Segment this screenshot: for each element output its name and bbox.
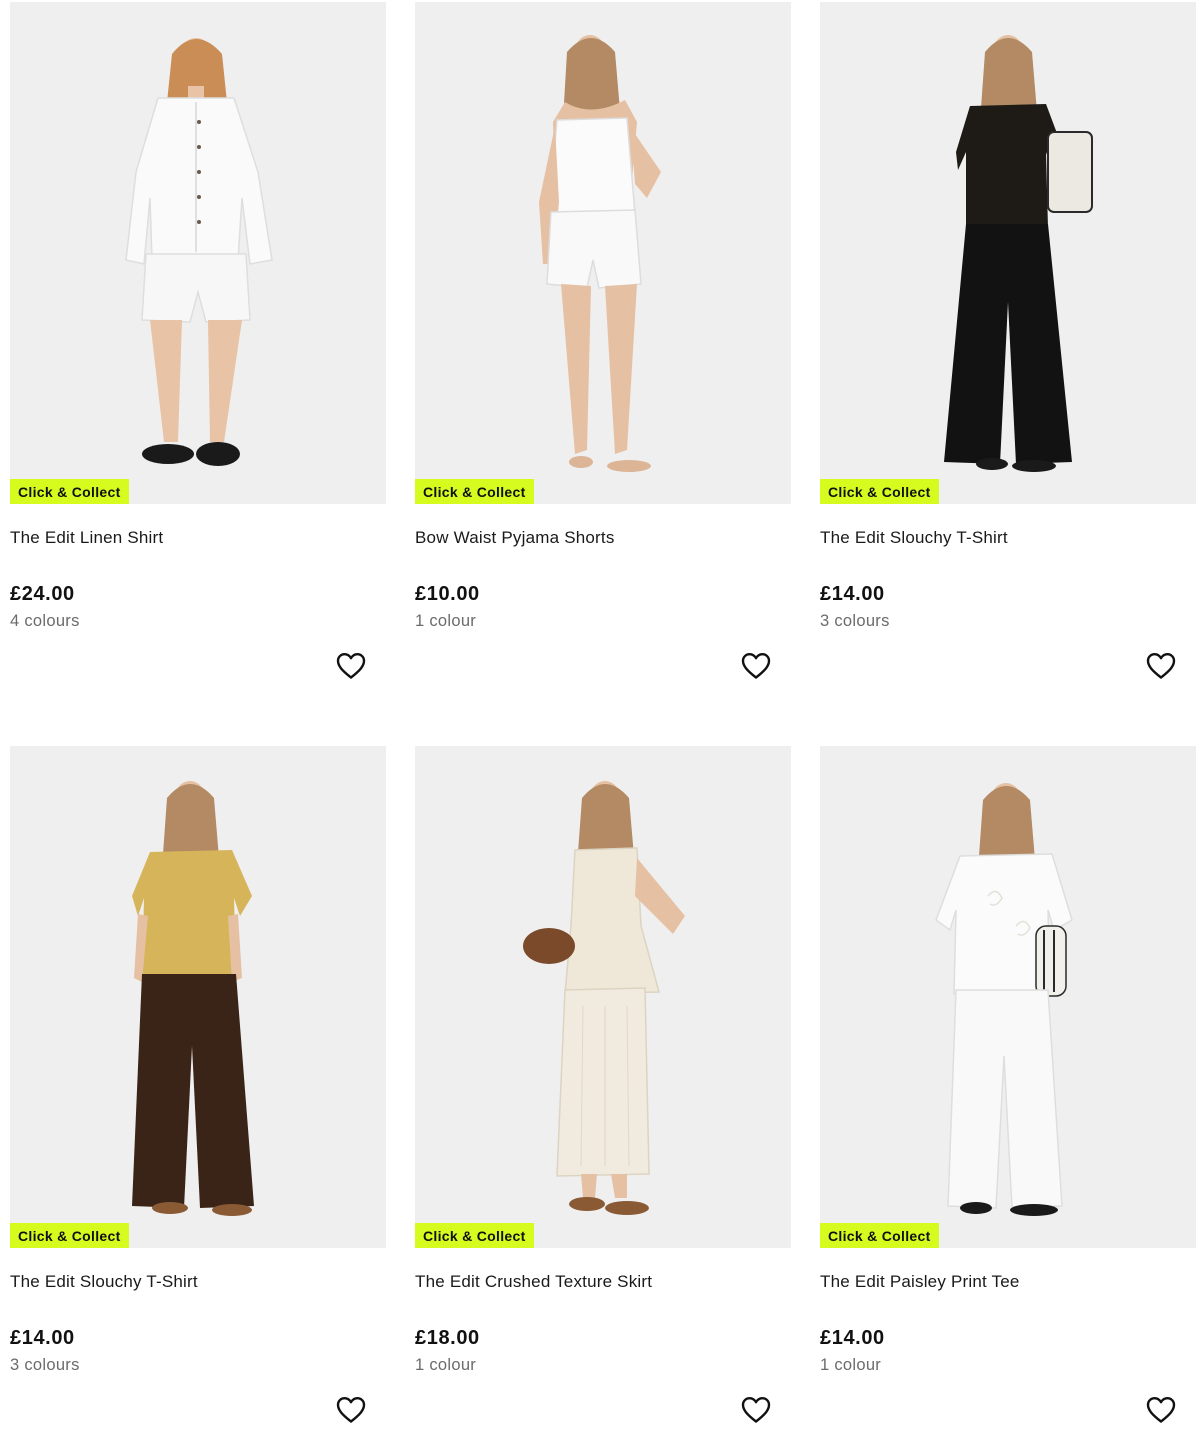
wishlist-button[interactable] — [739, 649, 773, 683]
product-image[interactable]: Click & Collect — [820, 746, 1196, 1248]
product-image[interactable]: Click & Collect — [820, 2, 1196, 504]
heart-outline-icon — [741, 653, 771, 679]
heart-outline-icon — [1146, 1397, 1176, 1423]
product-card[interactable]: Click & Collect Bow Waist Pyjama Shorts … — [415, 2, 791, 679]
product-price: £18.00 — [415, 1327, 480, 1349]
product-card[interactable]: Click & Collect The Edit Linen Shirt £24… — [10, 2, 386, 679]
click-collect-badge: Click & Collect — [10, 479, 129, 504]
click-collect-badge: Click & Collect — [820, 1223, 939, 1248]
product-image[interactable]: Click & Collect — [10, 746, 386, 1248]
wishlist-button[interactable] — [334, 1393, 368, 1427]
heart-outline-icon — [741, 1397, 771, 1423]
product-price: £14.00 — [820, 1327, 885, 1349]
product-colours: 4 colours — [10, 612, 80, 630]
product-price: £10.00 — [415, 583, 480, 605]
click-collect-badge: Click & Collect — [820, 479, 939, 504]
product-card[interactable]: Click & Collect The Edit Slouchy T-Shirt… — [10, 746, 386, 1423]
wishlist-button[interactable] — [1144, 649, 1178, 683]
product-colours: 1 colour — [820, 1356, 882, 1374]
product-price: £14.00 — [10, 1327, 75, 1349]
click-collect-badge: Click & Collect — [10, 1223, 129, 1248]
heart-outline-icon — [1146, 653, 1176, 679]
product-image[interactable]: Click & Collect — [10, 2, 386, 504]
wishlist-button[interactable] — [1144, 1393, 1178, 1427]
wishlist-button[interactable] — [334, 649, 368, 683]
product-title[interactable]: The Edit Slouchy T-Shirt — [10, 1271, 386, 1293]
product-colours: 3 colours — [10, 1356, 80, 1374]
product-grid: Click & Collect The Edit Linen Shirt £24… — [0, 0, 1200, 1429]
heart-outline-icon — [336, 1397, 366, 1423]
heart-outline-icon — [336, 653, 366, 679]
product-card[interactable]: Click & Collect The Edit Slouchy T-Shirt… — [820, 2, 1196, 679]
product-image[interactable]: Click & Collect — [415, 746, 791, 1248]
product-image[interactable]: Click & Collect — [415, 2, 791, 504]
product-price: £14.00 — [820, 583, 885, 605]
click-collect-badge: Click & Collect — [415, 479, 534, 504]
product-colours: 1 colour — [415, 1356, 477, 1374]
wishlist-button[interactable] — [739, 1393, 773, 1427]
product-card[interactable]: Click & Collect The Edit Paisley Print T… — [820, 746, 1196, 1423]
product-card[interactable]: Click & Collect The Edit Crushed Texture… — [415, 746, 791, 1423]
product-title[interactable]: The Edit Paisley Print Tee — [820, 1271, 1196, 1293]
product-colours: 1 colour — [415, 612, 477, 630]
click-collect-badge: Click & Collect — [415, 1223, 534, 1248]
product-title[interactable]: Bow Waist Pyjama Shorts — [415, 527, 791, 549]
product-colours: 3 colours — [820, 612, 890, 630]
product-title[interactable]: The Edit Slouchy T-Shirt — [820, 527, 1196, 549]
product-title[interactable]: The Edit Crushed Texture Skirt — [415, 1271, 791, 1293]
product-title[interactable]: The Edit Linen Shirt — [10, 527, 386, 549]
product-price: £24.00 — [10, 583, 75, 605]
